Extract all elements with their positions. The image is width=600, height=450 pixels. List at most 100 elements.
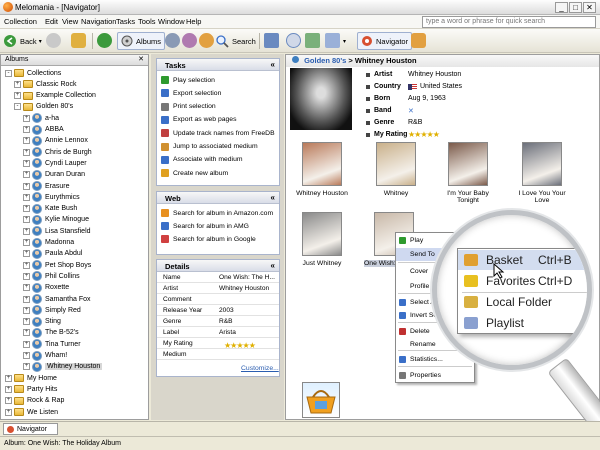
- collapse-icon[interactable]: «: [271, 193, 275, 202]
- menu-help[interactable]: Help: [186, 17, 201, 26]
- tree-item[interactable]: + Lisa Stansfield: [23, 225, 91, 237]
- tree-item[interactable]: + Annie Lennox: [23, 135, 88, 147]
- close-button[interactable]: ✕: [583, 2, 596, 13]
- tree-item[interactable]: + Madonna: [23, 237, 74, 249]
- tree-item[interactable]: + Classic Rock: [14, 78, 76, 90]
- tree-item[interactable]: + Sting: [23, 316, 61, 328]
- tree-item[interactable]: + Duran Duran: [23, 169, 85, 181]
- expand-icon[interactable]: +: [23, 216, 30, 224]
- expand-icon[interactable]: +: [5, 374, 12, 382]
- expand-icon[interactable]: +: [5, 408, 12, 416]
- task-item[interactable]: Print selection: [161, 102, 216, 111]
- search-button[interactable]: Search: [216, 32, 256, 50]
- tasks-panel-header[interactable]: Tasks «: [157, 59, 279, 71]
- task-item[interactable]: Update track names from FreeDB: [161, 129, 275, 138]
- expand-icon[interactable]: +: [23, 352, 30, 359]
- expand-icon[interactable]: +: [23, 318, 30, 326]
- labels-icon[interactable]: [199, 33, 214, 48]
- tree-item[interactable]: + Pet Shop Boys: [23, 259, 91, 271]
- expand-icon[interactable]: +: [23, 148, 30, 156]
- web-panel-header[interactable]: Web «: [157, 192, 279, 204]
- tree-item[interactable]: + Samantha Fox: [23, 293, 91, 305]
- tree-item[interactable]: + The B-52's: [23, 327, 79, 339]
- expand-icon[interactable]: +: [23, 159, 30, 167]
- tree-item[interactable]: + Simply Red: [23, 304, 81, 316]
- tree-item[interactable]: + Whitney Houston: [23, 361, 103, 373]
- close-icon[interactable]: ✕: [138, 55, 144, 63]
- tree-item[interactable]: + Phil Collins: [23, 270, 80, 282]
- artist-info-value[interactable]: ★★★★★: [408, 130, 440, 139]
- customize-link[interactable]: Customize...: [241, 365, 279, 372]
- refresh-icon[interactable]: [97, 33, 112, 48]
- forward-arrow-icon[interactable]: [46, 33, 61, 48]
- tree-item[interactable]: + Kate Bush: [23, 203, 77, 215]
- tree-item[interactable]: + Paula Abdul: [23, 248, 82, 260]
- tree-item[interactable]: + Erasure: [23, 180, 70, 192]
- album-tile[interactable]: Just Whitney: [292, 212, 352, 267]
- expand-icon[interactable]: +: [5, 385, 12, 393]
- task-item[interactable]: Associate with medium: [161, 155, 243, 164]
- submenu-item[interactable]: Favorites Ctrl+D: [458, 271, 587, 291]
- tree-item[interactable]: + Rock & Rap: [5, 395, 64, 407]
- tree-item[interactable]: + Tina Turner: [23, 338, 81, 350]
- menu-tools[interactable]: Tools: [138, 17, 156, 26]
- expand-icon[interactable]: +: [23, 193, 30, 201]
- submenu-item[interactable]: Basket Ctrl+B: [458, 250, 587, 270]
- expand-icon[interactable]: +: [23, 306, 30, 314]
- expand-icon[interactable]: +: [23, 284, 30, 292]
- expand-icon[interactable]: +: [23, 171, 30, 179]
- menu-tasks[interactable]: Tasks: [116, 17, 135, 26]
- expand-icon[interactable]: +: [23, 363, 30, 371]
- tree-item[interactable]: + My Home: [5, 372, 57, 384]
- expand-icon[interactable]: +: [23, 227, 30, 235]
- web-search-item[interactable]: Search for album in Amazon.com: [161, 209, 273, 217]
- up-folder-icon[interactable]: [71, 33, 86, 48]
- expand-icon[interactable]: +: [23, 340, 30, 348]
- thumbnails-icon[interactable]: [305, 33, 320, 48]
- chevron-down-icon[interactable]: ▾: [343, 38, 346, 45]
- tree-item[interactable]: + Party Hits: [5, 383, 57, 395]
- menu-navigation[interactable]: Navigation: [81, 17, 116, 26]
- tree-item[interactable]: - Golden 80's: [14, 101, 73, 113]
- context-menu-item[interactable]: Properties: [396, 369, 474, 382]
- expand-icon[interactable]: +: [23, 182, 30, 190]
- breadcrumb-parent[interactable]: Golden 80's: [304, 56, 346, 65]
- expand-icon[interactable]: +: [23, 126, 30, 133]
- expand-icon[interactable]: +: [23, 239, 30, 246]
- web-search-item[interactable]: Search for album in AMG: [161, 222, 249, 230]
- album-tile[interactable]: Whitney: [366, 142, 426, 197]
- tree-item[interactable]: + Example Collection: [14, 90, 96, 102]
- task-item[interactable]: Export selection: [161, 89, 221, 98]
- task-item[interactable]: Create new album: [161, 169, 228, 178]
- collapse-icon[interactable]: «: [271, 261, 275, 270]
- back-button[interactable]: Back ▾: [3, 32, 42, 50]
- albums-button[interactable]: Albums: [117, 32, 166, 50]
- context-menu-item[interactable]: Statistics...: [396, 353, 474, 366]
- tree-item[interactable]: + Eurythmics: [23, 191, 80, 203]
- details-rating-stars[interactable]: ★★★★★: [224, 341, 256, 350]
- zoom-icon[interactable]: [286, 33, 301, 48]
- list-view-icon[interactable]: [325, 33, 340, 48]
- tree-item[interactable]: + ABBA: [23, 124, 64, 136]
- expand-icon[interactable]: +: [5, 397, 12, 405]
- expand-icon[interactable]: +: [23, 329, 30, 337]
- tab-navigator[interactable]: Navigator: [3, 423, 58, 435]
- tree-item[interactable]: + We Listen: [5, 406, 58, 418]
- task-item[interactable]: Play selection: [161, 76, 215, 84]
- tree-item[interactable]: + a-ha: [23, 112, 59, 124]
- menu-edit[interactable]: Edit: [45, 17, 58, 26]
- basket-drop-target[interactable]: [302, 382, 340, 418]
- expand-icon[interactable]: +: [23, 114, 30, 122]
- details-panel-header[interactable]: Details «: [157, 260, 279, 272]
- minimize-button[interactable]: _: [555, 2, 568, 13]
- collapse-icon[interactable]: -: [14, 103, 21, 111]
- tree-item[interactable]: - Collections: [5, 67, 61, 79]
- collapse-icon[interactable]: -: [5, 69, 12, 77]
- task-item[interactable]: Export as web pages: [161, 115, 236, 124]
- maximize-button[interactable]: □: [569, 2, 582, 13]
- genres-icon[interactable]: [182, 33, 197, 48]
- expand-icon[interactable]: +: [23, 272, 30, 280]
- expand-icon[interactable]: +: [14, 80, 21, 88]
- expand-icon[interactable]: +: [23, 295, 30, 303]
- menu-window[interactable]: Window: [158, 17, 185, 26]
